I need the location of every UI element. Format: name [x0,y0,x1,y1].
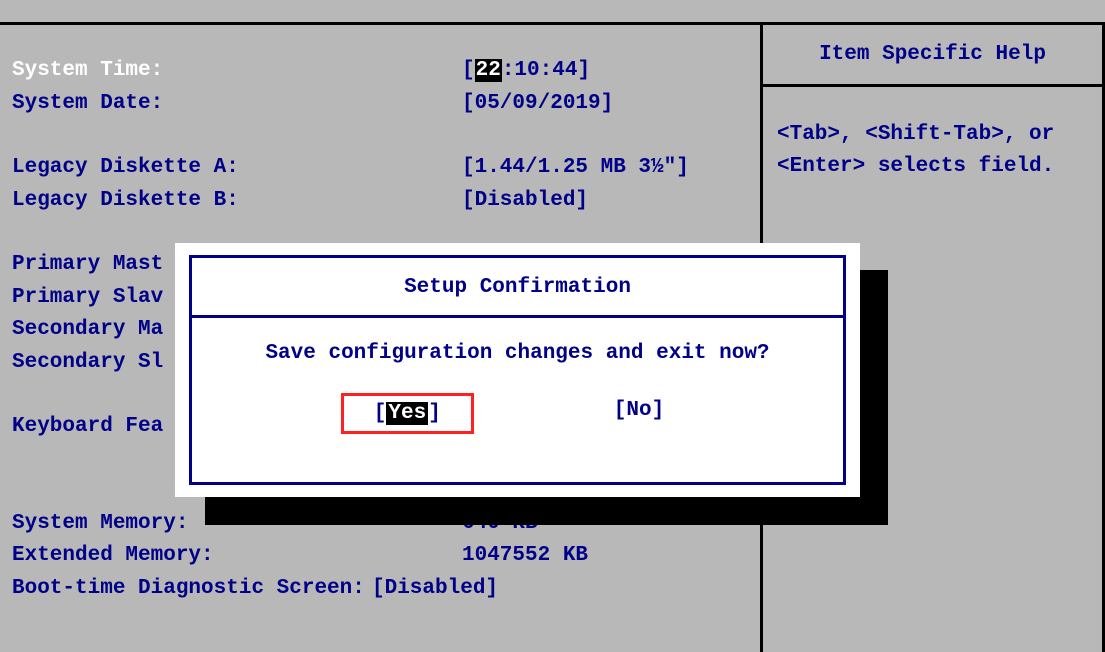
system-time-label: System Time: [12,55,462,88]
confirmation-dialog: Setup Confirmation Save configuration ch… [175,243,860,497]
dialog-message: Save configuration changes and exit now? [192,318,843,375]
extended-memory-value: 1047552 KB [462,540,588,573]
diskette-b-label: Legacy Diskette B: [12,185,462,218]
help-title: Item Specific Help [763,25,1102,87]
yes-button[interactable]: [Yes] [341,393,474,434]
boot-diag-value[interactable]: [Disabled] [372,573,498,606]
no-button[interactable]: [No] [584,393,694,434]
system-time-value[interactable]: [22:10:44] [462,55,590,88]
extended-memory-label: Extended Memory: [12,540,462,573]
dialog-title: Setup Confirmation [192,258,843,318]
help-body: <Tab>, <Shift-Tab>, or <Enter> selects f… [763,87,1102,192]
diskette-a-label: Legacy Diskette A: [12,152,462,185]
system-date-value[interactable]: [05/09/2019] [462,88,613,121]
diskette-a-value[interactable]: [1.44/1.25 MB 3½"] [462,152,689,185]
system-date-label: System Date: [12,88,462,121]
diskette-b-value[interactable]: [Disabled] [462,185,588,218]
boot-diag-label: Boot-time Diagnostic Screen: [12,573,372,606]
